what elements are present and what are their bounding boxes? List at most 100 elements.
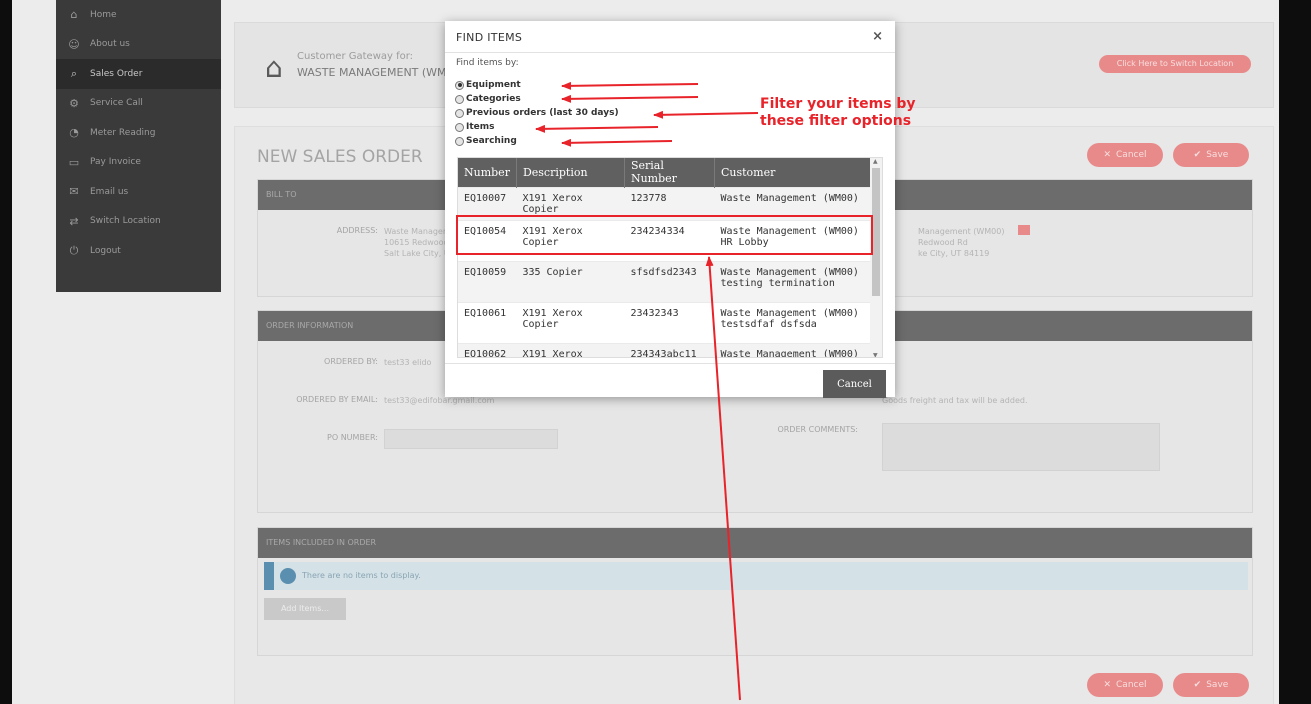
sidebar-item-logout[interactable]: ⏻ Logout bbox=[56, 236, 221, 266]
order-comments-input[interactable] bbox=[882, 423, 1160, 471]
column-header-description[interactable]: Description bbox=[516, 158, 625, 187]
sidebar-item-label: Home bbox=[90, 9, 117, 20]
cell-description: 335 Copier bbox=[516, 260, 625, 302]
scroll-down-icon[interactable]: ▼ bbox=[873, 352, 878, 357]
save-button[interactable]: ✔ Save bbox=[1173, 143, 1249, 167]
filter-option-items[interactable]: Items bbox=[455, 120, 619, 134]
order-comments-label: ORDER COMMENTS: bbox=[777, 425, 858, 434]
save-button[interactable]: ✔ Save bbox=[1173, 673, 1249, 697]
radio-button[interactable] bbox=[455, 122, 464, 132]
cell-number: EQ10062 bbox=[458, 342, 517, 357]
sidebar-item-label: Service Call bbox=[90, 98, 143, 109]
sidebar: ⌂ Home ☺ About us ⌕ Sales Order ⚙ Service Ca… bbox=[56, 0, 221, 292]
dialog-cancel-button[interactable]: Cancel bbox=[823, 370, 886, 398]
address-label: ADDRESS: bbox=[336, 226, 378, 235]
column-header-number[interactable]: Number bbox=[458, 158, 517, 187]
find-by-label: Find items by: bbox=[456, 58, 519, 68]
cell-customer: Waste Management (WM00) testing terminati… bbox=[714, 260, 872, 302]
home-icon: ⌂ bbox=[70, 8, 78, 22]
items-included-section: ITEMS INCLUDED IN ORDER There are no ite… bbox=[257, 527, 1253, 656]
check-icon: ✔ bbox=[1193, 150, 1202, 160]
close-icon: ✕ bbox=[1103, 680, 1112, 690]
sidebar-item-about-us[interactable]: ☺ About us bbox=[56, 30, 221, 60]
annotation-text: Filter your items by these filter option… bbox=[760, 96, 916, 129]
home-icon: ⌂ bbox=[265, 51, 283, 84]
sidebar-item-pay-invoice[interactable]: ▭ Pay Invoice bbox=[56, 148, 221, 178]
sidebar-item-home[interactable]: ⌂ Home bbox=[56, 0, 221, 30]
person-icon: ☺ bbox=[68, 37, 80, 51]
sidebar-item-service-call[interactable]: ⚙ Service Call bbox=[56, 89, 221, 119]
close-icon: ✕ bbox=[1103, 150, 1112, 160]
sidebar-item-label: Email us bbox=[90, 186, 129, 197]
gauge-icon: ◔ bbox=[69, 126, 79, 140]
info-icon bbox=[280, 568, 296, 584]
cell-customer: Waste Management (WM00) bbox=[714, 342, 872, 357]
close-icon[interactable]: × bbox=[872, 29, 883, 44]
dialog-title: FIND ITEMS bbox=[456, 31, 523, 44]
bottom-actions: ✕ Cancel ✔ Save bbox=[1087, 673, 1249, 697]
ordered-by-email-label: ORDERED BY EMAIL: bbox=[296, 395, 378, 404]
card-icon: ▭ bbox=[68, 155, 80, 169]
page-title: NEW SALES ORDER bbox=[257, 147, 423, 167]
po-number-input[interactable] bbox=[384, 429, 558, 449]
check-icon: ✔ bbox=[1193, 680, 1202, 690]
cell-serial: 234343abc11 bbox=[624, 342, 715, 357]
remove-address-button[interactable] bbox=[1018, 225, 1030, 235]
add-items-button[interactable]: Add Items... bbox=[264, 598, 346, 620]
envelope-icon: ✉ bbox=[69, 185, 79, 199]
sidebar-item-label: Logout bbox=[90, 245, 121, 256]
gateway-label: Customer Gateway for: bbox=[297, 51, 414, 62]
table-row[interactable]: EQ10059 335 Copier sfsdfsd2343 Waste Man… bbox=[458, 260, 872, 302]
radio-button[interactable] bbox=[455, 94, 464, 104]
cell-description: X191 Xerox Copier bbox=[516, 342, 625, 357]
divider bbox=[445, 52, 895, 53]
filter-option-equipment[interactable]: Equipment bbox=[455, 78, 619, 92]
ordered-by-value: test33 elido bbox=[384, 358, 432, 367]
sidebar-item-label: Switch Location bbox=[90, 216, 161, 227]
cell-customer: Waste Management (WM00) testsdfaf dsfsda bbox=[714, 301, 872, 343]
cell-number: EQ10059 bbox=[458, 260, 517, 302]
sidebar-item-sales-order[interactable]: ⌕ Sales Order bbox=[56, 59, 221, 89]
company-name: WASTE MANAGEMENT (WM bbox=[297, 66, 447, 79]
column-header-serial-number[interactable]: Serial Number bbox=[624, 158, 715, 187]
scroll-up-icon[interactable]: ▲ bbox=[873, 158, 878, 165]
radio-button[interactable] bbox=[455, 136, 464, 146]
sidebar-item-label: Sales Order bbox=[90, 68, 143, 79]
section-heading: ITEMS INCLUDED IN ORDER bbox=[258, 528, 1252, 558]
equipment-table: Number Description Serial Number Custome… bbox=[457, 157, 883, 358]
table-scrollbar[interactable]: ▲ ▼ bbox=[870, 158, 882, 357]
cancel-button[interactable]: ✕ Cancel bbox=[1087, 143, 1163, 167]
top-actions: ✕ Cancel ✔ Save bbox=[1087, 143, 1249, 167]
divider bbox=[445, 363, 895, 364]
filter-option-categories[interactable]: Categories bbox=[455, 92, 619, 106]
annotation-highlight-box bbox=[456, 215, 873, 255]
sidebar-item-meter-reading[interactable]: ◔ Meter Reading bbox=[56, 118, 221, 148]
filter-options: Equipment Categories Previous orders (la… bbox=[455, 78, 619, 148]
radio-button[interactable] bbox=[455, 80, 464, 90]
column-header-customer[interactable]: Customer bbox=[714, 158, 873, 187]
table-row[interactable]: EQ10061 X191 Xerox Copier 23432343 Waste… bbox=[458, 301, 872, 343]
gear-icon: ⚙ bbox=[69, 96, 79, 110]
cell-serial: 23432343 bbox=[624, 301, 715, 343]
switch-icon: ⇄ bbox=[69, 214, 79, 228]
filter-option-searching[interactable]: Searching bbox=[455, 134, 619, 148]
freight-note: Goods freight and tax will be added. bbox=[882, 396, 1028, 405]
magnifier-icon: ⌕ bbox=[70, 66, 78, 80]
sidebar-item-label: Meter Reading bbox=[90, 127, 156, 138]
ship-address-text: Management (WM00) Redwood Rd ke City, UT… bbox=[918, 227, 1005, 258]
cell-number: EQ10061 bbox=[458, 301, 517, 343]
sidebar-item-switch-location[interactable]: ⇄ Switch Location bbox=[56, 207, 221, 237]
scroll-thumb[interactable] bbox=[872, 168, 880, 296]
sidebar-item-email-us[interactable]: ✉ Email us bbox=[56, 177, 221, 207]
sidebar-item-label: Pay Invoice bbox=[90, 157, 141, 168]
sidebar-item-label: About us bbox=[90, 39, 130, 50]
cell-description: X191 Xerox Copier bbox=[516, 301, 625, 343]
no-items-info-bar: There are no items to display. bbox=[264, 562, 1248, 590]
filter-option-previous-orders[interactable]: Previous orders (last 30 days) bbox=[455, 106, 619, 120]
switch-location-button[interactable]: Click Here to Switch Location bbox=[1099, 55, 1251, 73]
radio-button[interactable] bbox=[455, 108, 464, 118]
ordered-by-label: ORDERED BY: bbox=[324, 357, 378, 366]
cancel-button[interactable]: ✕ Cancel bbox=[1087, 673, 1163, 697]
logout-icon: ⏻ bbox=[69, 243, 79, 257]
table-row[interactable]: EQ10062 X191 Xerox Copier 234343abc11 Wa… bbox=[458, 342, 872, 357]
